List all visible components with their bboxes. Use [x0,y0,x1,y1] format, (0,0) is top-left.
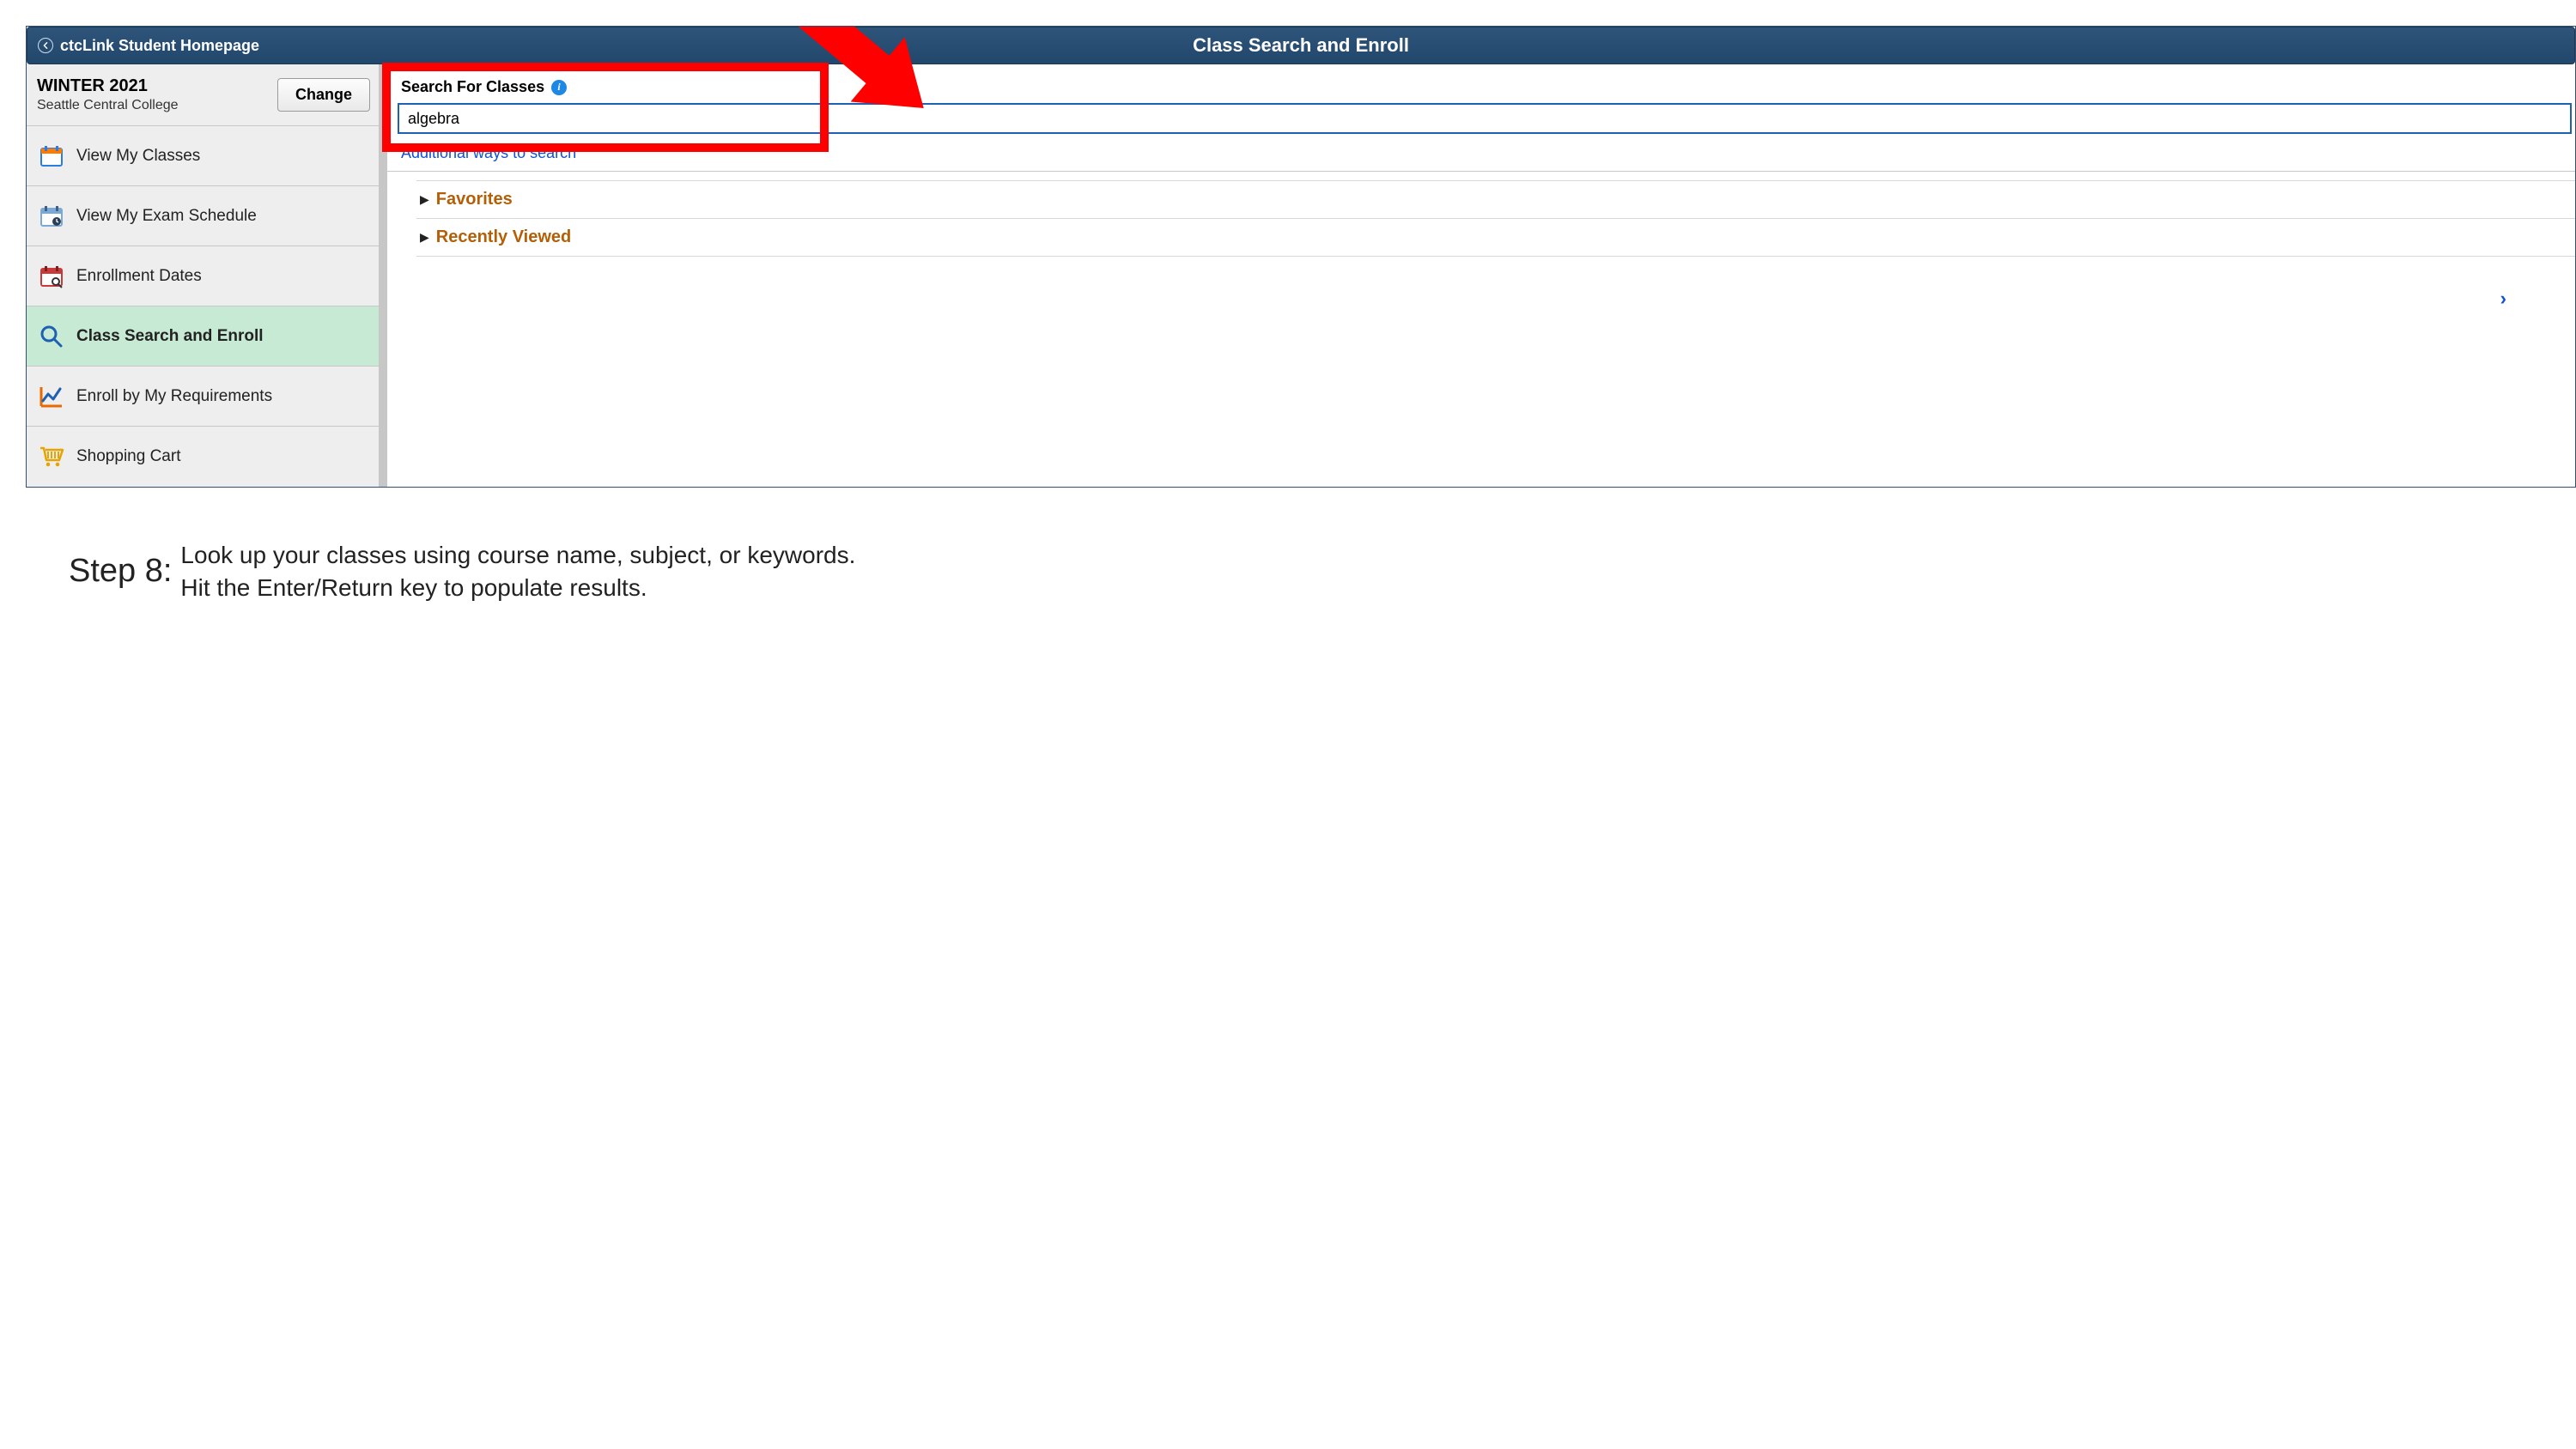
divider [387,171,2575,172]
step-caption: Step 8: Look up your classes using cours… [26,488,2576,630]
chevron-right-icon[interactable]: › [2500,288,2506,310]
favorites-label: Favorites [436,190,513,209]
sidebar-item-label: Shopping Cart [76,447,180,466]
term-block: WINTER 2021 Seattle Central College Chan… [27,64,379,126]
sidebar-item-view-my-classes[interactable]: View My Classes [27,126,379,186]
triangle-right-icon: ▶ [420,230,429,245]
triangle-right-icon: ▶ [420,192,429,207]
info-icon[interactable]: i [551,80,567,95]
calendar-clock-icon [39,203,64,229]
sidebar-item-class-search-and-enroll[interactable]: Class Search and Enroll [27,306,379,367]
back-label: ctcLink Student Homepage [60,37,259,55]
sidebar-item-label: Class Search and Enroll [76,327,264,346]
calendar-search-icon [39,264,64,289]
sidebar: WINTER 2021 Seattle Central College Chan… [27,64,379,487]
term-name: WINTER 2021 [37,76,179,96]
change-term-button[interactable]: Change [277,78,370,112]
search-icon [39,324,64,349]
chevron-left-icon [38,38,53,53]
sidebar-item-enroll-by-my-requirements[interactable]: Enroll by My Requirements [27,367,379,427]
recently-viewed-section[interactable]: ▶ Recently Viewed [416,219,2575,257]
sidebar-item-label: View My Exam Schedule [76,207,257,226]
step-text-line1: Look up your classes using course name, … [180,542,855,568]
content-area: Search For Classes i Additional ways to … [379,64,2575,487]
back-button[interactable]: ctcLink Student Homepage [38,37,259,55]
step-number: Step 8: [69,553,172,590]
step-text: Look up your classes using course name, … [180,539,855,604]
favorites-section[interactable]: ▶ Favorites [416,180,2575,219]
line-chart-icon [39,384,64,409]
app-shell: ctcLink Student Homepage Class Search an… [26,26,2576,488]
sidebar-item-label: View My Classes [76,147,200,166]
sidebar-item-label: Enroll by My Requirements [76,387,272,406]
sidebar-item-view-my-exam-schedule[interactable]: View My Exam Schedule [27,186,379,246]
sidebar-item-label: Enrollment Dates [76,267,202,286]
sidebar-item-shopping-cart[interactable]: Shopping Cart [27,427,379,487]
search-label-row: Search For Classes i [401,78,2575,96]
step-text-line2: Hit the Enter/Return key to populate res… [180,574,647,601]
additional-ways-to-search-link[interactable]: Additional ways to search [401,144,576,162]
cart-icon [39,444,64,470]
sidebar-item-enrollment-dates[interactable]: Enrollment Dates [27,246,379,306]
college-name: Seattle Central College [37,98,179,113]
class-search-input[interactable] [398,103,2572,134]
collapse-group: ▶ Favorites ▶ Recently Viewed [416,180,2575,257]
header-bar: ctcLink Student Homepage Class Search an… [27,27,2575,64]
calendar-icon [39,143,64,169]
term-text: WINTER 2021 Seattle Central College [37,76,179,113]
body-area: WINTER 2021 Seattle Central College Chan… [27,64,2575,487]
page-title: Class Search and Enroll [27,34,2574,57]
recently-viewed-label: Recently Viewed [436,227,571,247]
search-label: Search For Classes [401,78,544,96]
